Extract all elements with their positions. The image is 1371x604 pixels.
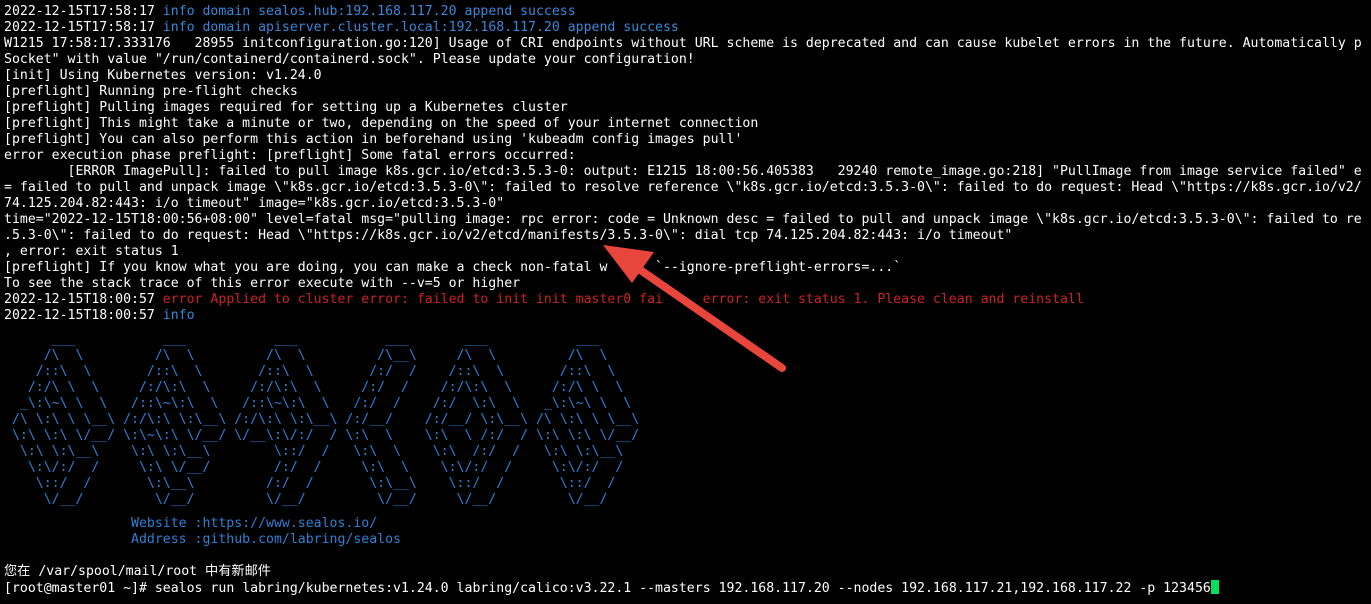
terminal-window[interactable]: 2022-12-15T17:58:17 info domain sealos.h…	[0, 0, 1371, 604]
annotation-arrow-icon	[603, 245, 786, 372]
